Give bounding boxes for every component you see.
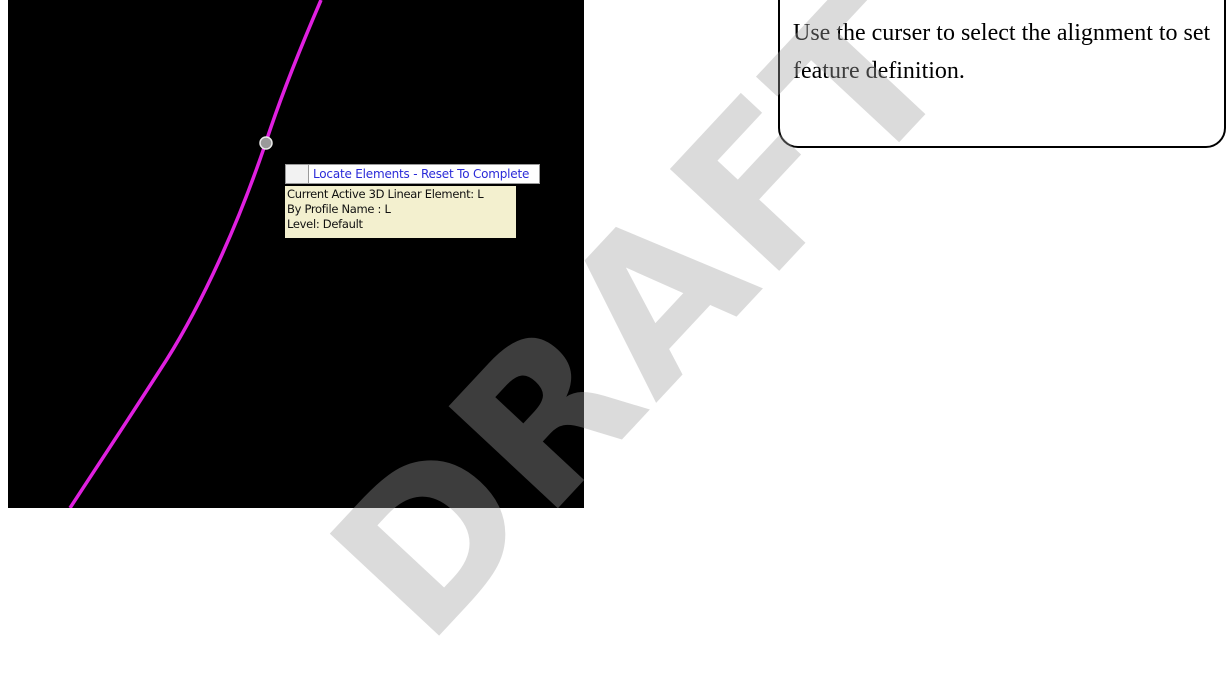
alignment-line[interactable] (68, 0, 323, 508)
snap-point-icon (259, 136, 273, 150)
prompt-text: Locate Elements - Reset To Complete (313, 167, 530, 181)
alignment-canvas[interactable] (8, 0, 584, 508)
locate-prompt: Locate Elements - Reset To Complete (285, 164, 540, 184)
element-info-tooltip: Current Active 3D Linear Element: L By P… (285, 186, 516, 238)
tooltip-line-element: Current Active 3D Linear Element: L (287, 187, 484, 201)
drawing-viewport[interactable] (8, 0, 584, 508)
instruction-text: Use the curser to select the alignment t… (793, 20, 1211, 84)
prompt-icon (286, 165, 309, 183)
tooltip-line-level: Level: Default (287, 217, 363, 231)
tooltip-line-profile: By Profile Name : L (287, 202, 391, 216)
